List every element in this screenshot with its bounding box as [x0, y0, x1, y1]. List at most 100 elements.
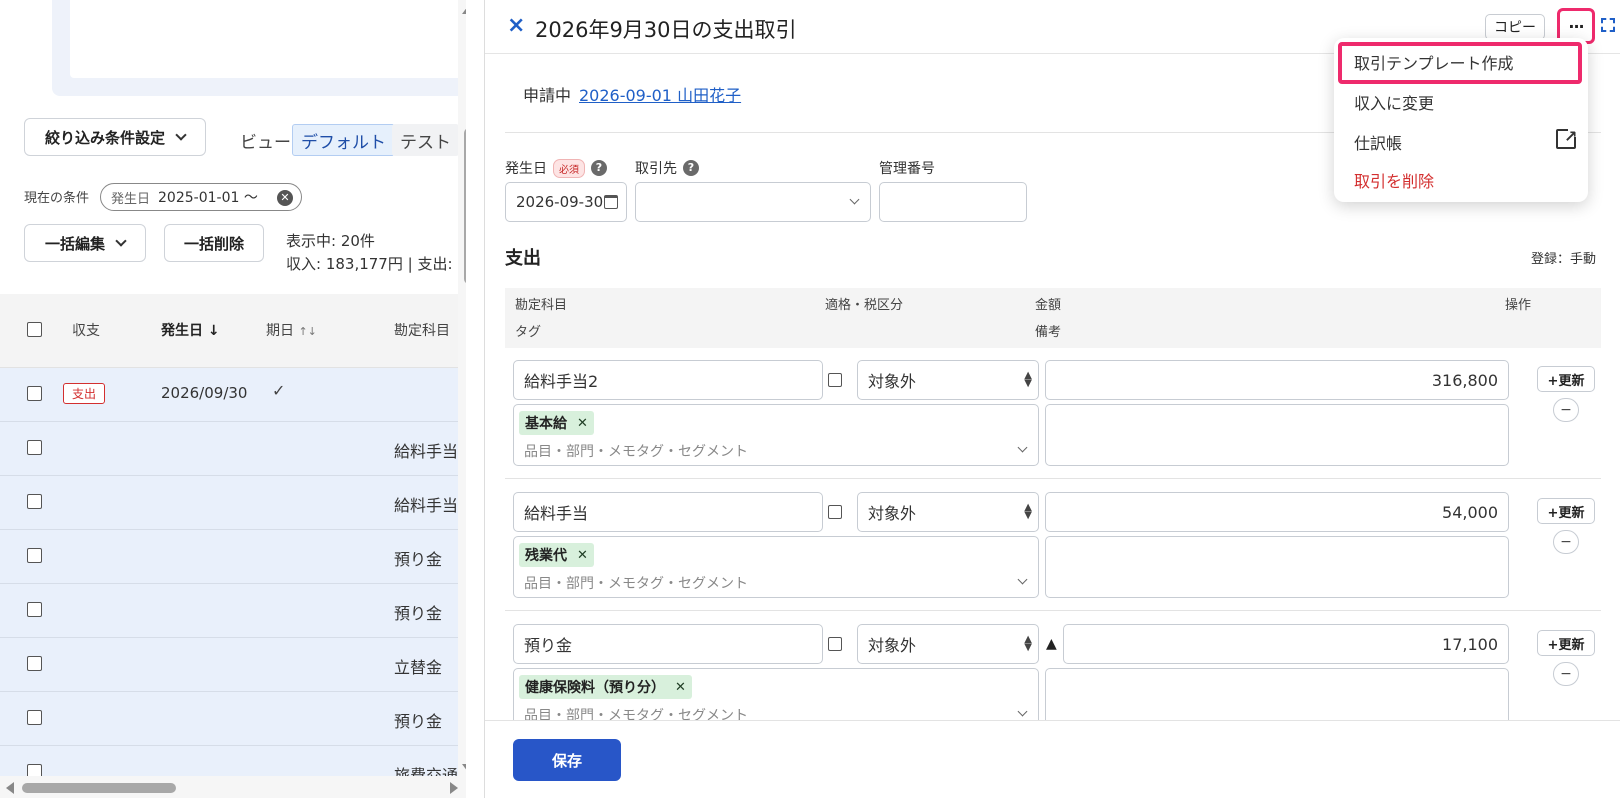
- top-panel: [52, 0, 466, 96]
- col-due[interactable]: 期日 ↑↓: [266, 320, 317, 340]
- vertical-scrollbar[interactable]: [458, 0, 466, 798]
- row-account: 立替金: [394, 658, 443, 677]
- condition-value: 2025-01-01 〜: [158, 190, 258, 206]
- row-checkbox[interactable]: [27, 710, 42, 725]
- tag-select[interactable]: 残業代 ✕ 品目・部門・メモタグ・セグメント: [513, 536, 1039, 598]
- negative-triangle-icon: ▲: [1046, 636, 1057, 652]
- col-date[interactable]: 発生日 ↓: [161, 320, 220, 340]
- row-account: 預り金: [394, 604, 443, 623]
- amount-input[interactable]: 54,000: [1045, 492, 1509, 532]
- horizontal-scroll-thumb[interactable]: [22, 783, 176, 793]
- totals: 収入: 183,177円 | 支出: 2: [286, 255, 466, 273]
- qualified-checkbox[interactable]: [828, 373, 842, 387]
- scroll-right-icon[interactable]: [450, 782, 458, 794]
- expense-badge: 支出: [63, 383, 106, 404]
- tax-select[interactable]: 対象外 ▲ ▼: [857, 360, 1039, 400]
- scroll-down-icon[interactable]: [462, 764, 466, 772]
- remove-line-button[interactable]: −: [1553, 662, 1579, 686]
- close-icon[interactable]: ×: [507, 13, 525, 38]
- chevron-down-icon: [175, 129, 187, 141]
- help-icon[interactable]: ?: [591, 160, 607, 176]
- help-icon[interactable]: ?: [683, 160, 699, 176]
- tag-placeholder: 品目・部門・メモタグ・セグメント: [524, 576, 748, 592]
- header-account: 勘定科目: [515, 298, 568, 313]
- mgmt-number-input[interactable]: [879, 182, 1027, 222]
- remove-line-button[interactable]: −: [1553, 398, 1579, 422]
- bulk-delete-button[interactable]: 一括削除: [164, 224, 264, 262]
- sort-icon: ↑↓: [298, 325, 317, 338]
- col-account[interactable]: 勘定科目: [394, 320, 450, 340]
- update-button[interactable]: +更新: [1537, 498, 1595, 524]
- mgmt-number-label: 管理番号: [879, 161, 935, 177]
- tag-chip: 基本給 ✕: [519, 411, 594, 435]
- approval-link[interactable]: 2026-09-01 山田花子: [579, 82, 741, 106]
- tag-select[interactable]: 基本給 ✕ 品目・部門・メモタグ・セグメント: [513, 404, 1039, 466]
- qualified-checkbox[interactable]: [828, 637, 842, 651]
- chevron-down-icon: [1017, 706, 1028, 717]
- menu-item-change-to-income[interactable]: 収入に変更: [1354, 90, 1434, 114]
- save-button[interactable]: 保存: [513, 739, 621, 781]
- section-title: 支出: [505, 248, 541, 269]
- current-condition-label: 現在の条件: [24, 191, 90, 206]
- table-row[interactable]: 給料手当2: [0, 422, 466, 476]
- view-tab-test[interactable]: テスト: [392, 124, 459, 156]
- col-type[interactable]: 収支: [72, 320, 100, 340]
- copy-button[interactable]: コピー: [1485, 14, 1545, 40]
- select-all-checkbox[interactable]: [27, 322, 42, 337]
- row-checkbox[interactable]: [27, 386, 42, 401]
- chevron-down-icon: [1017, 574, 1028, 585]
- filter-settings-button[interactable]: 絞り込み条件設定: [24, 118, 206, 156]
- account-input[interactable]: 給料手当2: [513, 360, 823, 400]
- display-count: 表示中: 20件: [286, 232, 375, 250]
- amount-input[interactable]: 316,800: [1045, 360, 1509, 400]
- row-checkbox[interactable]: [27, 548, 42, 563]
- update-button[interactable]: +更新: [1537, 630, 1595, 656]
- table-row[interactable]: 預り金: [0, 692, 460, 746]
- vertical-scroll-thumb[interactable]: [464, 128, 466, 284]
- menu-item-create-template[interactable]: 取引テンプレート作成: [1354, 50, 1514, 74]
- chevron-down-icon: [1017, 442, 1028, 453]
- date-input[interactable]: 2026-09-30: [505, 182, 627, 222]
- view-label: ビュー: [240, 133, 291, 153]
- row-account: 給料手当: [394, 496, 459, 515]
- account-input[interactable]: 預り金: [513, 624, 823, 664]
- remove-tag-icon[interactable]: ✕: [675, 680, 686, 695]
- update-button[interactable]: +更新: [1537, 366, 1595, 392]
- table-row[interactable]: 預り金: [0, 530, 460, 584]
- tax-select[interactable]: 対象外 ▲ ▼: [857, 624, 1039, 664]
- clear-condition-icon[interactable]: ✕: [277, 190, 293, 206]
- bulk-edit-button[interactable]: 一括編集: [24, 224, 146, 262]
- memo-textarea[interactable]: [1045, 404, 1509, 466]
- footer: 保存: [485, 720, 1620, 798]
- menu-item-delete[interactable]: 取引を削除: [1354, 168, 1434, 192]
- row-checkbox[interactable]: [27, 656, 42, 671]
- view-tab-default[interactable]: デフォルト: [292, 124, 395, 156]
- account-input[interactable]: 給料手当: [513, 492, 823, 532]
- qualified-checkbox[interactable]: [828, 505, 842, 519]
- row-checkbox[interactable]: [27, 494, 42, 509]
- scroll-left-icon[interactable]: [6, 782, 14, 794]
- partner-field-label: 取引先 ?: [635, 158, 699, 178]
- remove-tag-icon[interactable]: ✕: [577, 548, 588, 563]
- table-row[interactable]: 立替金: [0, 638, 460, 692]
- condition-chip[interactable]: 発生日 2025-01-01 〜 ✕: [100, 183, 302, 211]
- amount-input[interactable]: 17,100: [1063, 624, 1509, 664]
- memo-textarea[interactable]: [1045, 536, 1509, 598]
- row-checkbox[interactable]: [27, 440, 42, 455]
- table-row[interactable]: 支出 2026/09/30 ✓: [0, 368, 460, 422]
- expand-icon[interactable]: [1601, 18, 1615, 32]
- remove-tag-icon[interactable]: ✕: [577, 416, 588, 431]
- header-memo: 備考: [1035, 325, 1062, 340]
- remove-line-button[interactable]: −: [1553, 530, 1579, 554]
- table-row[interactable]: 給料手当: [0, 476, 460, 530]
- calendar-icon[interactable]: [604, 195, 618, 209]
- menu-item-journal[interactable]: 仕訳帳: [1354, 130, 1402, 154]
- condition-field: 発生日: [111, 191, 151, 207]
- table-row[interactable]: 預り金: [0, 584, 460, 638]
- tax-select[interactable]: 対象外 ▲ ▼: [857, 492, 1039, 532]
- line-divider: [505, 610, 1601, 611]
- partner-select[interactable]: [635, 182, 871, 222]
- row-checkbox[interactable]: [27, 602, 42, 617]
- transaction-list-pane: 絞り込み条件設定 ビュー デフォルト テスト 現在の条件 発生日 2025-01…: [0, 0, 466, 798]
- scroll-up-icon[interactable]: [462, 6, 466, 14]
